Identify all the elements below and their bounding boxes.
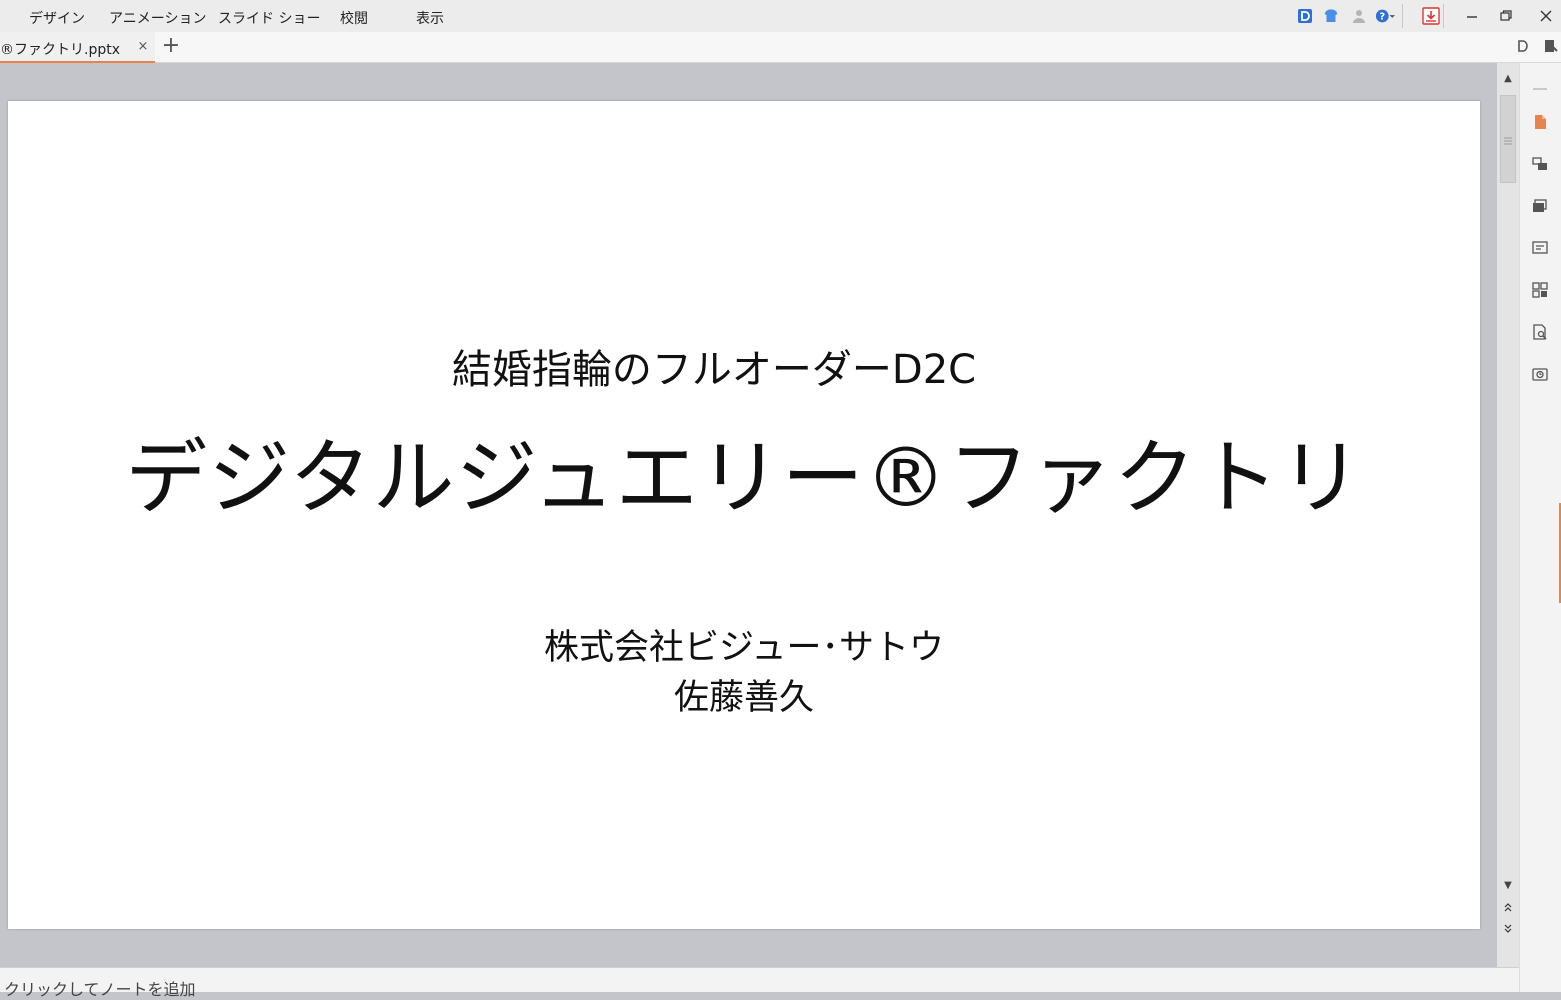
document-tab-label: ®ファクトリ.pptx: [0, 42, 120, 58]
scroll-down-icon[interactable]: ▼: [1497, 878, 1519, 894]
panel-handle-icon: [1531, 77, 1549, 90]
skin-icon[interactable]: [1321, 6, 1341, 26]
slide-transition-icon[interactable]: [1531, 155, 1549, 173]
svg-text:?: ?: [1379, 12, 1385, 23]
slide-company-name[interactable]: 株式会社ビジュー･サトウ: [8, 619, 1480, 670]
document-tab[interactable]: ®ファクトリ.pptx ×: [0, 32, 155, 63]
download-icon[interactable]: [1421, 6, 1441, 26]
toolbar-divider: [1443, 4, 1444, 28]
new-document-icon[interactable]: [1531, 113, 1549, 131]
tab-bar: ®ファクトリ.pptx × +: [0, 32, 1561, 63]
slide-workspace: 結婚指輪のフルオーダーD2C デジタルジュエリー®ファクトリ 株式会社ビジュー･…: [0, 63, 1497, 967]
scroll-up-icon[interactable]: ▲: [1497, 71, 1519, 87]
close-window-icon[interactable]: [1536, 6, 1556, 26]
slide-author-name[interactable]: 佐藤善久: [8, 669, 1480, 720]
slide-canvas[interactable]: 結婚指輪のフルオーダーD2C デジタルジュエリー®ファクトリ 株式会社ビジュー･…: [8, 101, 1480, 929]
scroll-thumb[interactable]: [1500, 95, 1516, 183]
user-icon[interactable]: [1349, 6, 1369, 26]
menu-view[interactable]: 表示: [416, 8, 444, 28]
docs-app-icon[interactable]: [1295, 6, 1315, 26]
backup-icon[interactable]: [1531, 365, 1549, 383]
menu-bar: デザイン アニメーション スライド ショー 校閲 表示 ?: [0, 0, 1561, 32]
minimize-icon[interactable]: [1462, 6, 1482, 26]
previous-slide-icon[interactable]: [1497, 901, 1519, 917]
grid-view-icon[interactable]: [1531, 281, 1549, 299]
side-task-panel: [1519, 63, 1561, 992]
vertical-scrollbar[interactable]: ▲ ▼: [1497, 63, 1519, 967]
new-tab-icon[interactable]: +: [160, 35, 182, 57]
help-icon[interactable]: ?: [1375, 6, 1395, 26]
menu-slideshow[interactable]: スライド ショー: [218, 8, 320, 28]
menu-review[interactable]: 校閲: [340, 8, 368, 28]
window-controls: ?: [1281, 0, 1561, 32]
menu-animation[interactable]: アニメーション: [109, 8, 206, 28]
restore-icon[interactable]: [1496, 6, 1516, 26]
document-search-icon[interactable]: [1531, 323, 1549, 341]
slide-title[interactable]: デジタルジュエリー®ファクトリ: [8, 411, 1480, 530]
menu-design[interactable]: デザイン: [29, 8, 85, 28]
slide-layout-icon[interactable]: [1531, 197, 1549, 215]
slide-subtitle[interactable]: 結婚指輪のフルオーダーD2C: [8, 337, 1420, 395]
notes-area[interactable]: クリックしてノートを追加: [0, 967, 1519, 999]
notes-placeholder: クリックしてノートを追加: [4, 980, 196, 999]
docs-sync-icon[interactable]: [1515, 38, 1531, 54]
pin-icon[interactable]: [1543, 38, 1559, 54]
tab-close-icon[interactable]: ×: [136, 39, 150, 54]
next-slide-icon[interactable]: [1497, 923, 1519, 939]
notes-panel-icon[interactable]: [1531, 239, 1549, 257]
toolbar-divider: [1402, 4, 1403, 28]
